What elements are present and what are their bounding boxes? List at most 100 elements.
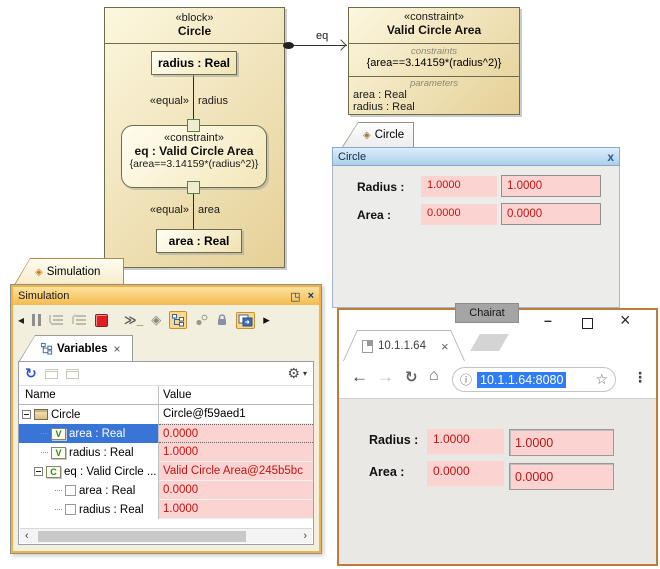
float-window-icon[interactable]: ◳ [290,290,300,303]
table-row[interactable]: radius : Real 1.0000 [19,500,313,519]
browser-toolbar: ← → ↻ ⌂ ⓘ 10.1.1.64:8080 ☆ ⋮ [339,361,656,398]
constraint-expression: {area==3.14159*(radius^2)} [122,158,266,170]
forward-icon[interactable]: → [377,367,394,387]
scroll-left-arrow-icon[interactable]: ‹ [25,529,29,544]
circle-panel-title: Circle [338,151,366,163]
home-icon[interactable]: ⌂ [429,367,439,385]
radius-input[interactable] [501,175,601,197]
animation-speed-icon[interactable]: ≫_ [124,313,143,327]
minimize-icon[interactable]: – [544,312,552,328]
address-text[interactable]: 10.1.1.64:8080 [477,372,566,388]
equal-label-radius: «equal» [113,95,189,107]
new-tab-button[interactable] [470,334,509,351]
lock-icon[interactable] [216,314,228,327]
eq-connector-arrowhead [335,39,346,50]
gear-icon[interactable]: ⚙ [287,365,300,382]
value-column-header[interactable]: Value [159,386,313,404]
value-cell[interactable]: 0.0000 [159,481,313,500]
reload-icon[interactable]: ↻ [405,368,418,386]
address-bar[interactable]: ⓘ 10.1.1.64:8080 ☆ [452,367,616,392]
scrollbar-thumb[interactable] [38,531,246,542]
eq-connector-label: eq [316,30,328,42]
equal-label-area: «equal» [123,204,189,216]
table-row[interactable]: V area : Real 0.0000 [19,424,313,443]
page-area-value: 0.0000 [427,461,504,486]
value-cell[interactable]: 1.0000 [159,443,313,462]
step-into-icon[interactable] [49,314,64,326]
block-stereotype: «block» [105,12,284,24]
table-row[interactable]: C eq : Valid Circle ... Valid Circle Are… [19,462,313,481]
circle-panel-tab[interactable]: ◈ Circle [342,122,414,147]
value-cell[interactable]: Valid Circle Area@245b5bc [159,462,313,481]
value-cell[interactable]: 0.0000 [159,424,313,443]
value-cell[interactable]: 1.0000 [159,500,313,519]
page-area-input[interactable] [509,463,614,490]
area-value-display: 0.0000 [421,204,497,225]
constraint-block-expression: {area==3.14159*(radius^2)} [349,57,519,69]
close-icon[interactable]: × [620,310,631,331]
browser-tab-title: 10.1.1.64 [378,340,436,352]
table-row[interactable]: Circle Circle@f59aed1 [19,405,313,424]
area-label: Area : [357,208,391,222]
horizontal-scrollbar[interactable]: ‹ › [20,528,312,543]
radius-label: Radius : [357,180,404,194]
variables-view-button[interactable] [169,311,187,329]
maximize-icon[interactable] [582,318,593,329]
scroll-right-arrow-icon[interactable]: › [303,529,307,544]
collapse-icon[interactable] [22,410,31,419]
parameter-area: area : Real [349,89,519,101]
parameters-compartment-header: parameters [349,78,519,89]
constraint-block-valid-circle-area[interactable]: «constraint» Valid Circle Area constrain… [348,7,520,115]
step-over-icon[interactable] [72,314,87,326]
block-circle[interactable]: «block» Circle radius : Real «equal» rad… [104,7,285,268]
panel-diamond-icon: ◈ [363,130,371,141]
table-row[interactable]: V radius : Real 1.0000 [19,443,313,462]
part-area[interactable]: area : Real [156,229,242,253]
simulation-tab-label: Simulation [47,266,101,278]
simulation-title: Simulation [18,290,69,302]
area-input[interactable] [501,203,601,225]
close-window-icon[interactable]: × [308,290,314,303]
circle-panel-tab-label: Circle [375,129,404,141]
parameter-port-top[interactable] [187,119,200,132]
name-column-header[interactable]: Name [19,386,159,404]
constraint-property[interactable]: «constraint» eq : Valid Circle Area {are… [121,125,267,188]
star-icon[interactable]: ☆ [595,371,608,388]
toolbar-scroll-left-icon[interactable]: ◂ [18,313,24,327]
variables-tab-close-icon[interactable]: × [114,342,121,356]
table-row[interactable]: area : Real 0.0000 [19,481,313,500]
parameter-icon [65,504,76,515]
variables-tab[interactable]: Variables × [19,335,133,361]
value-property-icon: V [51,428,66,440]
toolbar-scroll-right-icon[interactable]: ▸ [263,312,270,328]
options-diamond-icon[interactable]: ◈ [151,312,161,328]
parameter-port-bottom[interactable] [187,181,200,194]
browser-tab[interactable]: 10.1.1.64 × [343,330,465,361]
breakpoints-icon[interactable] [195,314,208,326]
page-area-label: Area : [369,465,404,479]
simulation-frame: Simulation ◳ × ◂ ≫_ [10,284,322,554]
circle-panel-body: Radius : 1.0000 Area : 0.0000 [332,166,620,308]
pause-icon[interactable] [32,314,41,326]
export-alt-icon[interactable] [66,369,79,379]
variables-toolbar: ↻ ⚙ ▾ [19,362,313,386]
browser-window: – × 10.1.1.64 × ← → ↻ ⌂ ⓘ 10.1.1.64:8080… [337,308,658,566]
info-icon[interactable]: ⓘ [460,371,472,388]
menu-icon[interactable]: ⋮ [633,369,647,386]
tab-close-icon[interactable]: × [441,339,449,354]
stop-icon[interactable] [95,314,108,327]
collapse-icon[interactable] [34,467,43,476]
refresh-icon[interactable]: ↻ [25,365,37,382]
parameter-icon [65,485,76,496]
export-icon[interactable] [45,369,58,379]
area-end-label: area [198,204,220,216]
part-radius[interactable]: radius : Real [151,51,237,75]
page-radius-input[interactable] [509,429,614,456]
gear-caret-icon[interactable]: ▾ [303,369,307,378]
held-windows-button[interactable] [236,312,255,329]
simulation-tab[interactable]: ◈ Simulation [14,258,124,285]
variables-panel: ↻ ⚙ ▾ Name Value [18,361,314,545]
value-cell[interactable]: Circle@f59aed1 [159,405,313,424]
circle-panel-close-icon[interactable]: x [607,150,614,164]
back-icon[interactable]: ← [351,367,368,387]
